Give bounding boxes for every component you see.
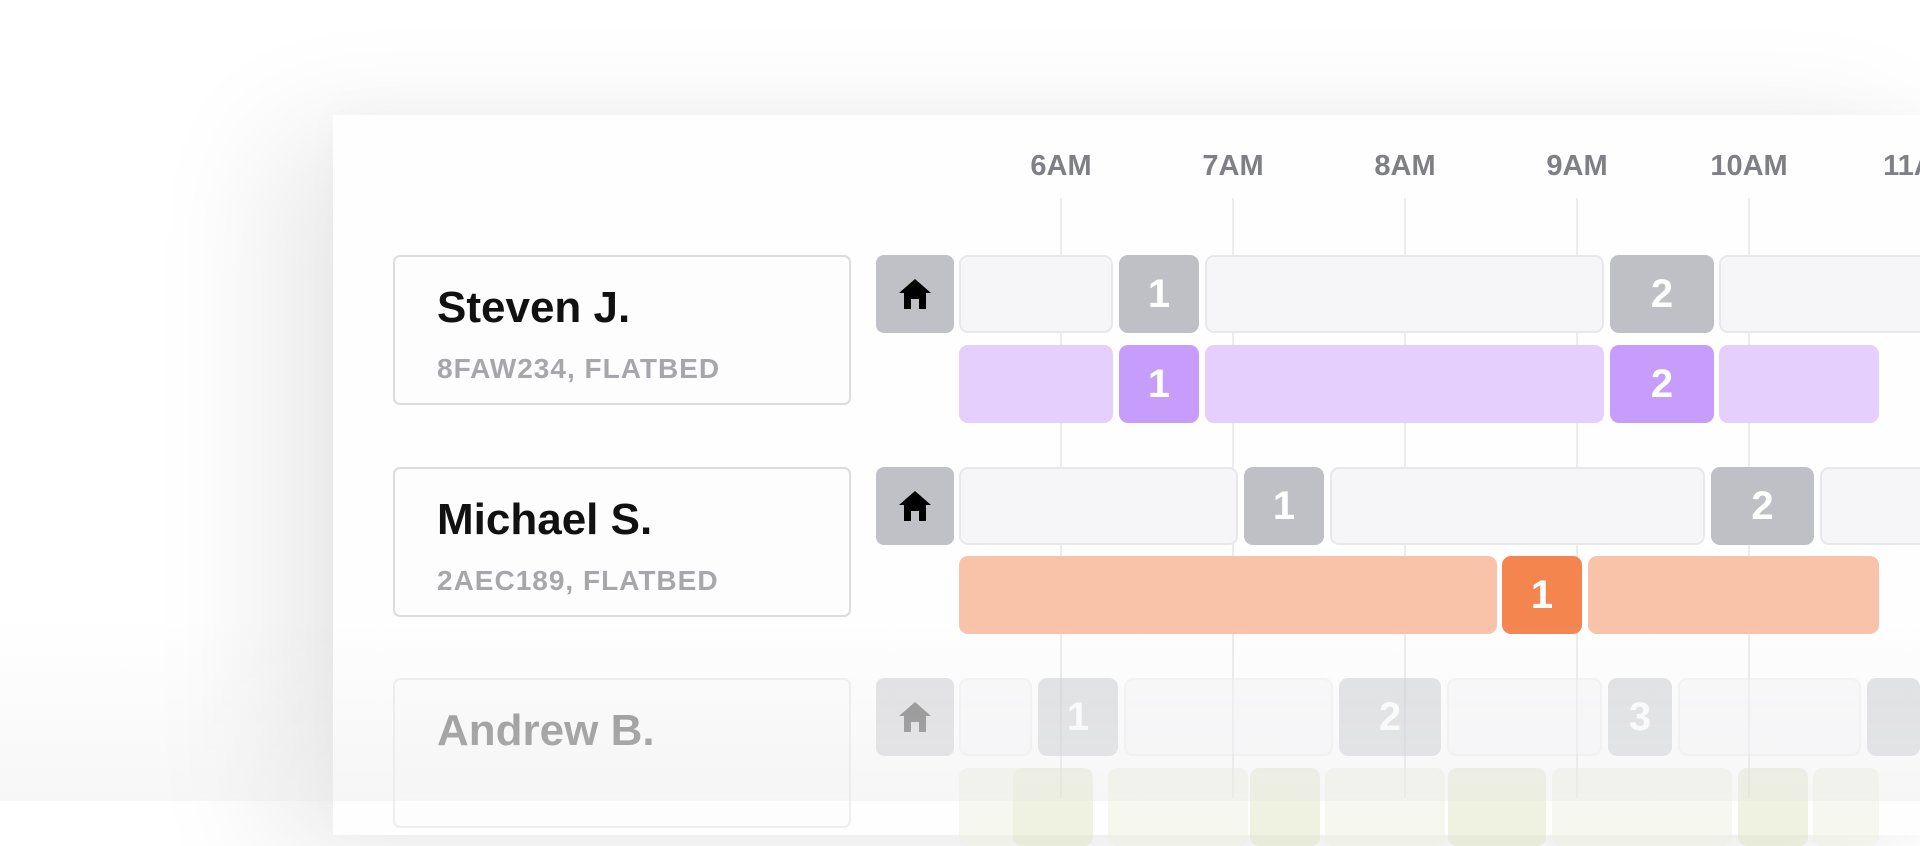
actual-stop[interactable] — [1013, 768, 1093, 846]
actual-trip — [1108, 768, 1248, 846]
actual-stop[interactable]: 1 — [1119, 345, 1199, 423]
schedule-gap — [1124, 678, 1333, 756]
schedule-gap — [1205, 255, 1604, 333]
actual-trip — [959, 345, 1113, 423]
schedule-gap — [1820, 467, 1920, 545]
actual-trip — [1588, 556, 1879, 634]
schedule-gap — [959, 678, 1032, 756]
scheduled-stop[interactable]: 2 — [1610, 255, 1714, 333]
hour-label-6am: 6AM — [1030, 150, 1092, 182]
actual-trip — [959, 556, 1497, 634]
schedule-gap — [1719, 255, 1920, 333]
driver-card-steven[interactable]: Steven J. 8FAW234, FLATBED — [393, 255, 851, 405]
scheduled-stop[interactable]: 1 — [1119, 255, 1199, 333]
scheduled-stop[interactable]: 1 — [1038, 678, 1118, 756]
actual-stop[interactable]: 1 — [1502, 556, 1582, 634]
schedule-gap — [1678, 678, 1861, 756]
home-icon — [899, 702, 931, 732]
schedule-gap — [1447, 678, 1602, 756]
actual-trip — [1552, 768, 1732, 846]
home-icon — [899, 491, 931, 521]
scheduled-stop[interactable]: 2 — [1339, 678, 1441, 756]
actual-stop[interactable] — [1250, 768, 1320, 846]
scheduled-stop[interactable] — [1867, 678, 1920, 756]
actual-stop[interactable] — [1448, 768, 1546, 846]
hour-label-9am: 9AM — [1546, 150, 1608, 182]
hour-label-11am: 11AM — [1883, 150, 1920, 182]
hour-label-10am: 10AM — [1710, 150, 1788, 182]
driver-card-michael[interactable]: Michael S. 2AEC189, FLATBED — [393, 467, 851, 617]
actual-stop[interactable]: 2 — [1610, 345, 1714, 423]
actual-trip — [1325, 768, 1445, 846]
hour-label-8am: 8AM — [1374, 150, 1436, 182]
driver-card-andrew[interactable]: Andrew B. — [393, 678, 851, 828]
schedule-gap — [1330, 467, 1705, 545]
driver-vehicle: 2AEC189, FLATBED — [437, 565, 719, 596]
actual-trip — [1719, 345, 1879, 423]
hour-label-7am: 7AM — [1202, 150, 1264, 182]
actual-trip — [1205, 345, 1604, 423]
scheduled-stop[interactable]: 2 — [1711, 467, 1814, 545]
scheduled-stop[interactable]: 1 — [1244, 467, 1324, 545]
actual-trip — [1813, 768, 1879, 846]
driver-name: Steven J. — [437, 283, 631, 332]
home-button[interactable] — [876, 467, 954, 545]
driver-vehicle: 8FAW234, FLATBED — [437, 353, 721, 384]
home-button[interactable] — [876, 678, 954, 756]
driver-name: Andrew B. — [437, 706, 655, 755]
actual-stop[interactable] — [1738, 768, 1808, 846]
schedule-gap — [959, 255, 1113, 333]
home-button[interactable] — [876, 255, 954, 333]
home-icon — [899, 279, 931, 309]
schedule-gap — [959, 467, 1238, 545]
driver-name: Michael S. — [437, 495, 653, 544]
scheduled-stop[interactable]: 3 — [1608, 678, 1672, 756]
